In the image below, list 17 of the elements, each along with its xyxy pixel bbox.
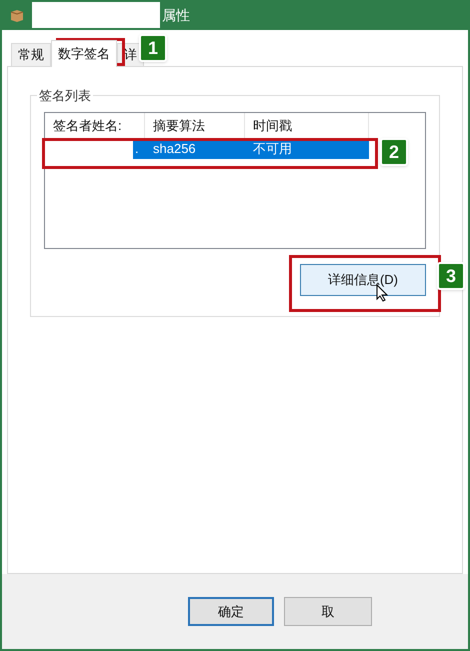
dialog-button[interactable]: 取 (284, 597, 372, 626)
step-badge: 1 (139, 34, 167, 62)
table-cell-text: sha256 (152, 140, 196, 158)
tab[interactable]: 数字签名 (51, 40, 117, 67)
table-cell-text: . (134, 140, 139, 158)
table-row[interactable]: . sha256 不可用 (45, 139, 369, 159)
window-title: 属性 (162, 6, 190, 24)
step-badge: 3 (437, 262, 465, 290)
ok-button[interactable]: 确定 (188, 597, 274, 626)
details-button[interactable]: 详细信息(D) (300, 264, 426, 296)
column-header[interactable]: 摘要算法 (145, 113, 245, 139)
step-badge: 2 (380, 138, 408, 166)
package-icon (10, 8, 24, 22)
column-header[interactable]: 签名者姓名: (45, 113, 145, 139)
column-header[interactable]: 时间戳 (245, 113, 369, 139)
tab[interactable]: 常规 (11, 43, 51, 66)
table-cell-text: 不可用 (252, 140, 292, 158)
